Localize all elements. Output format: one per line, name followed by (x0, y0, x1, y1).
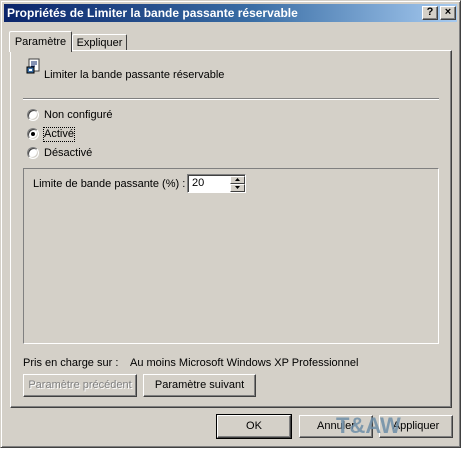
arrow-up-icon (235, 178, 240, 181)
policy-name: Limiter la bande passante réservable (44, 69, 225, 81)
radio-active-label[interactable]: Activé (43, 127, 75, 142)
separator-line (23, 98, 439, 100)
radio-desactive-label[interactable]: Désactivé (44, 147, 92, 160)
supported-on-label: Pris en charge sur : (23, 357, 119, 369)
watermark-logo: T&AW (336, 413, 401, 438)
bandwidth-limit-spinbox[interactable]: 20 (187, 174, 246, 193)
radio-active[interactable] (27, 128, 39, 140)
previous-setting-button[interactable]: Paramètre précédent (23, 374, 137, 397)
next-setting-button[interactable]: Paramètre suivant (143, 374, 256, 397)
options-frame (23, 168, 439, 344)
bandwidth-limit-label: Limite de bande passante (%) : (33, 178, 186, 190)
radio-desactive[interactable] (27, 147, 39, 159)
radio-non-configure[interactable] (27, 109, 39, 121)
supported-on-value: Au moins Microsoft Windows XP Profession… (130, 357, 359, 369)
bandwidth-limit-value[interactable]: 20 (192, 177, 204, 190)
spin-up-button[interactable] (230, 176, 245, 184)
ok-button[interactable]: OK (216, 414, 292, 439)
radio-non-configure-label[interactable]: Non configuré (44, 109, 113, 122)
policy-setting-icon (26, 58, 40, 74)
arrow-down-icon (235, 186, 240, 189)
properties-dialog: Propriétés de Limiter la bande passante … (0, 0, 461, 448)
spin-down-button[interactable] (230, 184, 245, 192)
radio-selected-dot (31, 132, 35, 136)
